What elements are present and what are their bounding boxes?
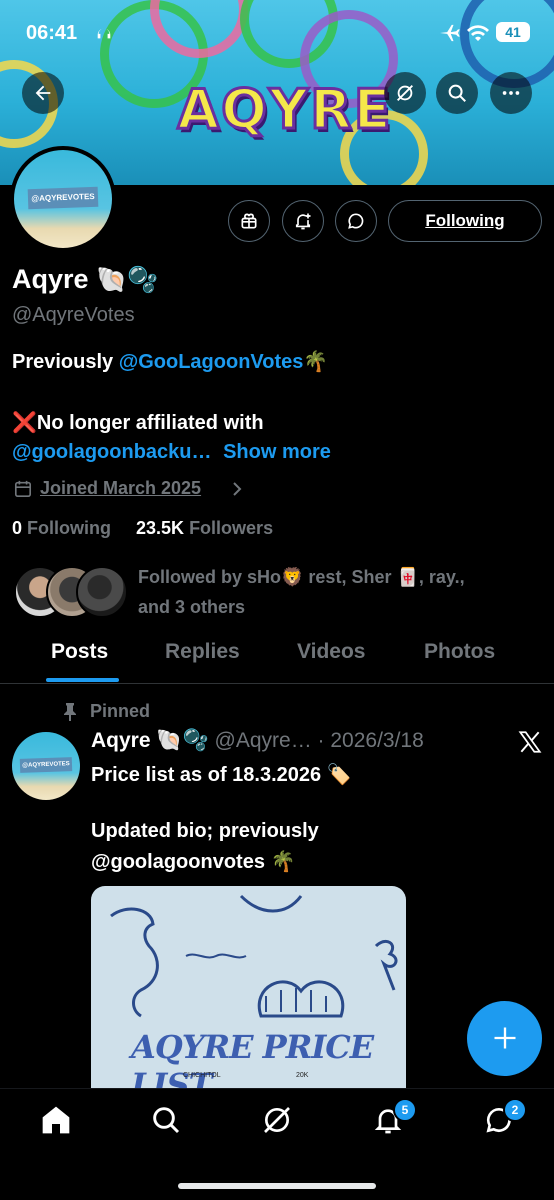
- headphones-icon: [95, 24, 113, 42]
- post-handle-date: @Aqyre… · 2026/3/18: [214, 729, 424, 752]
- subscribe-button[interactable]: [228, 200, 270, 242]
- more-icon: [502, 91, 520, 95]
- profile-name: Aqyre 🐚🫧: [12, 264, 158, 295]
- compose-post-button[interactable]: [467, 1001, 542, 1076]
- tab-videos[interactable]: Videos: [297, 640, 365, 664]
- tab-posts[interactable]: Posts: [51, 640, 108, 664]
- bell-plus-icon: [295, 213, 311, 230]
- more-options-button[interactable]: [490, 72, 532, 114]
- profile-display-name: Aqyre: [12, 264, 89, 294]
- avatar-label: @AQYREVOTES: [27, 186, 99, 210]
- message-button[interactable]: [335, 200, 377, 242]
- status-time: 06:41: [26, 22, 78, 44]
- followed-by-text[interactable]: Followed by sHo🦁 rest, Sher 🀄, ray., and…: [138, 562, 465, 622]
- tab-replies[interactable]: Replies: [165, 640, 240, 664]
- grok-icon: [264, 1107, 290, 1133]
- joined-date-link[interactable]: Joined March 2025: [40, 478, 201, 499]
- grok-tab[interactable]: [261, 1104, 293, 1136]
- followers-count: 23.5K: [136, 518, 185, 538]
- bio-text: Previously: [12, 351, 119, 373]
- airplane-icon: [438, 24, 460, 42]
- followed-by-line-2: and 3 others: [138, 597, 246, 617]
- active-tab-indicator: [46, 678, 119, 682]
- bio-mention-link[interactable]: @GooLagoonVotes: [119, 351, 304, 373]
- plus-icon: [494, 1027, 515, 1049]
- search-button[interactable]: [436, 72, 478, 114]
- back-button[interactable]: [22, 72, 64, 114]
- post-text-line-2: Updated bio; previously: [91, 820, 319, 842]
- bio-line-1: Previously @GooLagoonVotes🌴: [12, 349, 328, 374]
- chevron-right-icon: [230, 481, 244, 497]
- followers-stat-label: Followers: [189, 518, 274, 538]
- battery-icon: 41: [496, 22, 530, 42]
- following-stat-label: Following: [27, 518, 112, 538]
- bio-emoji: 🌴: [303, 351, 329, 373]
- price-list-title: AQYRE PRICE LIST: [131, 1028, 374, 1088]
- pin-icon: [62, 702, 78, 722]
- home-indicator: [178, 1183, 376, 1189]
- following-count: 0: [12, 518, 23, 538]
- following-stat[interactable]: 0 Following: [12, 518, 111, 539]
- followed-by-line-1: Followed by sHo🦁 rest, Sher 🀄, ray.,: [138, 567, 465, 587]
- home-tab[interactable]: [40, 1104, 72, 1136]
- arrow-left-icon: [35, 85, 51, 101]
- post-text-line-3: @goolagoonvotes 🌴: [91, 851, 296, 873]
- notifications-toggle-button[interactable]: [282, 200, 324, 242]
- post-image[interactable]: AQYRE PRICE LIST CHICHITOL 20K: [91, 886, 406, 1088]
- grok-button[interactable]: [384, 72, 426, 114]
- post-author-name[interactable]: Aqyre: [91, 729, 151, 752]
- bio-line-3: @goolagoonbacku… Show more: [12, 441, 331, 464]
- price-list-item-name: CHICHITOL: [183, 1072, 221, 1079]
- tab-photos[interactable]: Photos: [424, 640, 495, 664]
- explore-tab[interactable]: [150, 1104, 182, 1136]
- x-logo-icon[interactable]: [517, 729, 543, 755]
- calendar-icon: [14, 480, 32, 498]
- search-icon: [153, 1107, 180, 1134]
- grok-icon: [397, 85, 413, 101]
- gift-icon: [241, 213, 257, 229]
- messages-badge: 2: [503, 1098, 527, 1122]
- notifications-badge: 5: [393, 1098, 417, 1122]
- profile-handle: @AqyreVotes: [12, 304, 135, 326]
- post-author-emoji: 🐚🫧: [156, 729, 209, 752]
- home-icon: [42, 1106, 70, 1134]
- banner-title: AQYRE: [176, 77, 393, 143]
- show-more-link[interactable]: Show more: [223, 441, 331, 463]
- profile-avatar[interactable]: @AQYREVOTES: [10, 146, 116, 252]
- following-button[interactable]: Following: [388, 200, 542, 242]
- post-header: Aqyre 🐚🫧 @Aqyre… · 2026/3/18: [91, 729, 424, 753]
- pinned-label: Pinned: [90, 701, 151, 721]
- wifi-icon: [466, 24, 490, 42]
- bio-line-2: ❌No longer affiliated with: [12, 412, 264, 434]
- post-author-avatar[interactable]: @AQYREVOTES: [12, 732, 80, 800]
- chat-bubble-icon: [348, 213, 364, 229]
- search-icon: [448, 84, 466, 102]
- avatar-label: @AQYREVOTES: [19, 757, 73, 773]
- profile-name-emoji: 🐚🫧: [96, 266, 159, 294]
- divider: [0, 683, 554, 684]
- follower-avatar[interactable]: [76, 566, 128, 618]
- followers-stat[interactable]: 23.5K Followers: [136, 518, 273, 539]
- price-list-item-price: 20K: [296, 1072, 309, 1079]
- post-text-line-1: Price list as of 18.3.2026 🏷️: [91, 764, 352, 786]
- bio-mention-link[interactable]: @goolagoonbacku…: [12, 441, 212, 463]
